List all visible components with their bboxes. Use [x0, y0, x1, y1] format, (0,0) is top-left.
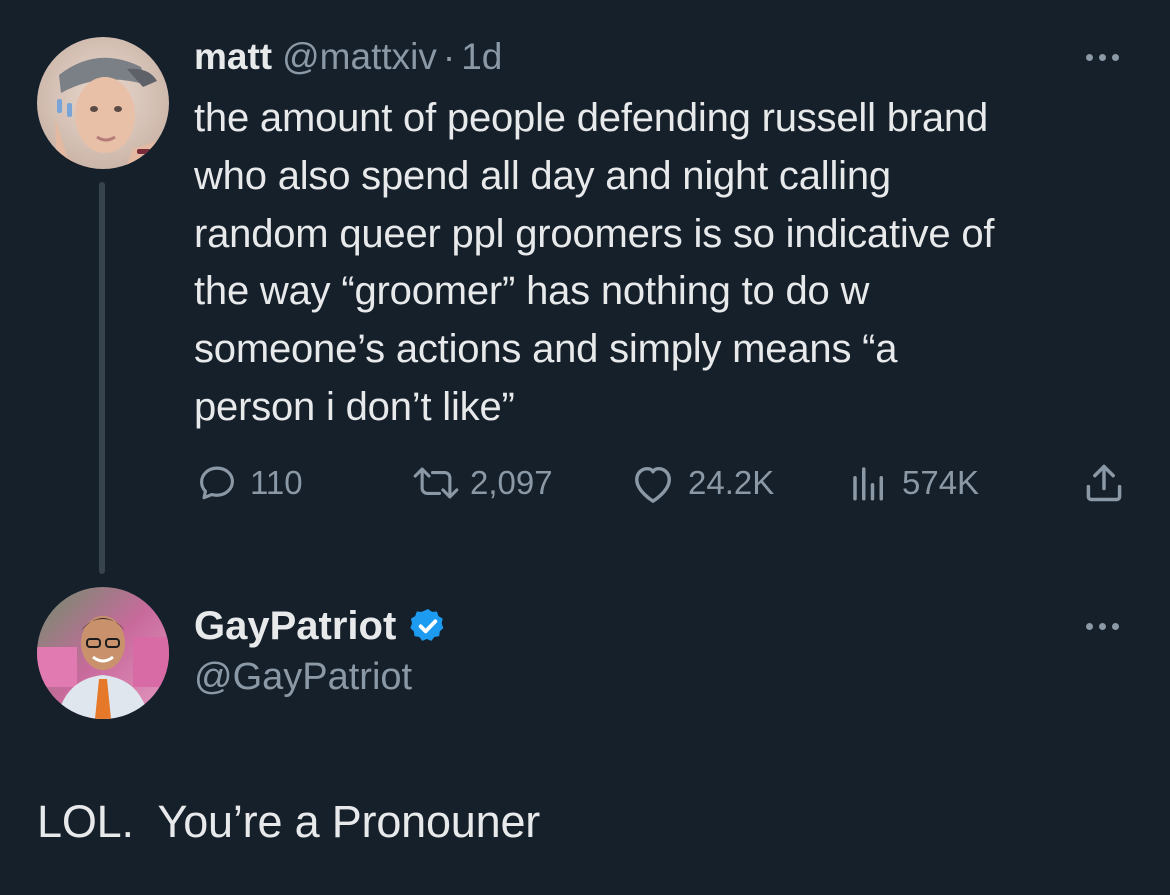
retweet-icon: [413, 467, 459, 499]
more-dots-icon[interactable]: [1086, 616, 1134, 636]
reply-button[interactable]: 110: [196, 458, 303, 508]
comment-bubble-icon: [200, 466, 234, 500]
tweet-text-line: someone’s actions and simply means “a: [194, 327, 898, 372]
reply-header: GayPatriot: [194, 600, 448, 652]
tweet-text-line: who also spend all day and night calling: [194, 153, 891, 198]
thread-connector-line: [99, 182, 105, 574]
tweet-timestamp[interactable]: 1d: [461, 36, 502, 78]
retweet-count: 2,097: [470, 464, 553, 501]
bar-chart-icon: [853, 467, 883, 501]
retweet-button[interactable]: 2,097: [410, 458, 553, 508]
reply-count: 110: [250, 464, 303, 501]
avatar-matt[interactable]: [37, 37, 169, 169]
heart-icon: [635, 466, 671, 503]
tweet-text-line: person i don’t like”: [194, 384, 515, 429]
tweet-text: the amount of people defending russell b…: [194, 90, 1134, 437]
avatar-gaypatriot-image: [37, 587, 169, 719]
reply-text: LOL. You’re a Pronouner: [37, 796, 541, 847]
like-count: 24.2K: [688, 464, 775, 501]
share-upload-icon: [1086, 464, 1122, 502]
tweet-text-line: the way “groomer” has nothing to do w: [194, 269, 870, 314]
more-dots-icon[interactable]: [1086, 47, 1134, 67]
tweet-text-line: random queer ppl groomers is so indicati…: [194, 211, 995, 256]
separator-dot: ·: [442, 36, 456, 77]
tweet-header: matt @mattxiv · 1d: [194, 36, 502, 86]
author-handle[interactable]: @mattxiv: [282, 36, 437, 78]
verified-badge-icon[interactable]: [408, 606, 448, 646]
reply-author-name[interactable]: GayPatriot: [194, 604, 396, 649]
avatar-gaypatriot[interactable]: [37, 587, 169, 719]
views-button[interactable]: 574K: [848, 458, 979, 508]
views-count: 574K: [902, 464, 980, 501]
reply-author-handle[interactable]: @GayPatriot: [194, 656, 412, 699]
share-button[interactable]: [1082, 458, 1126, 508]
author-name[interactable]: matt: [194, 36, 272, 78]
like-button[interactable]: 24.2K: [630, 458, 774, 508]
avatar-matt-image: [37, 37, 169, 169]
tweet-text-line: the amount of people defending russell b…: [194, 96, 988, 140]
